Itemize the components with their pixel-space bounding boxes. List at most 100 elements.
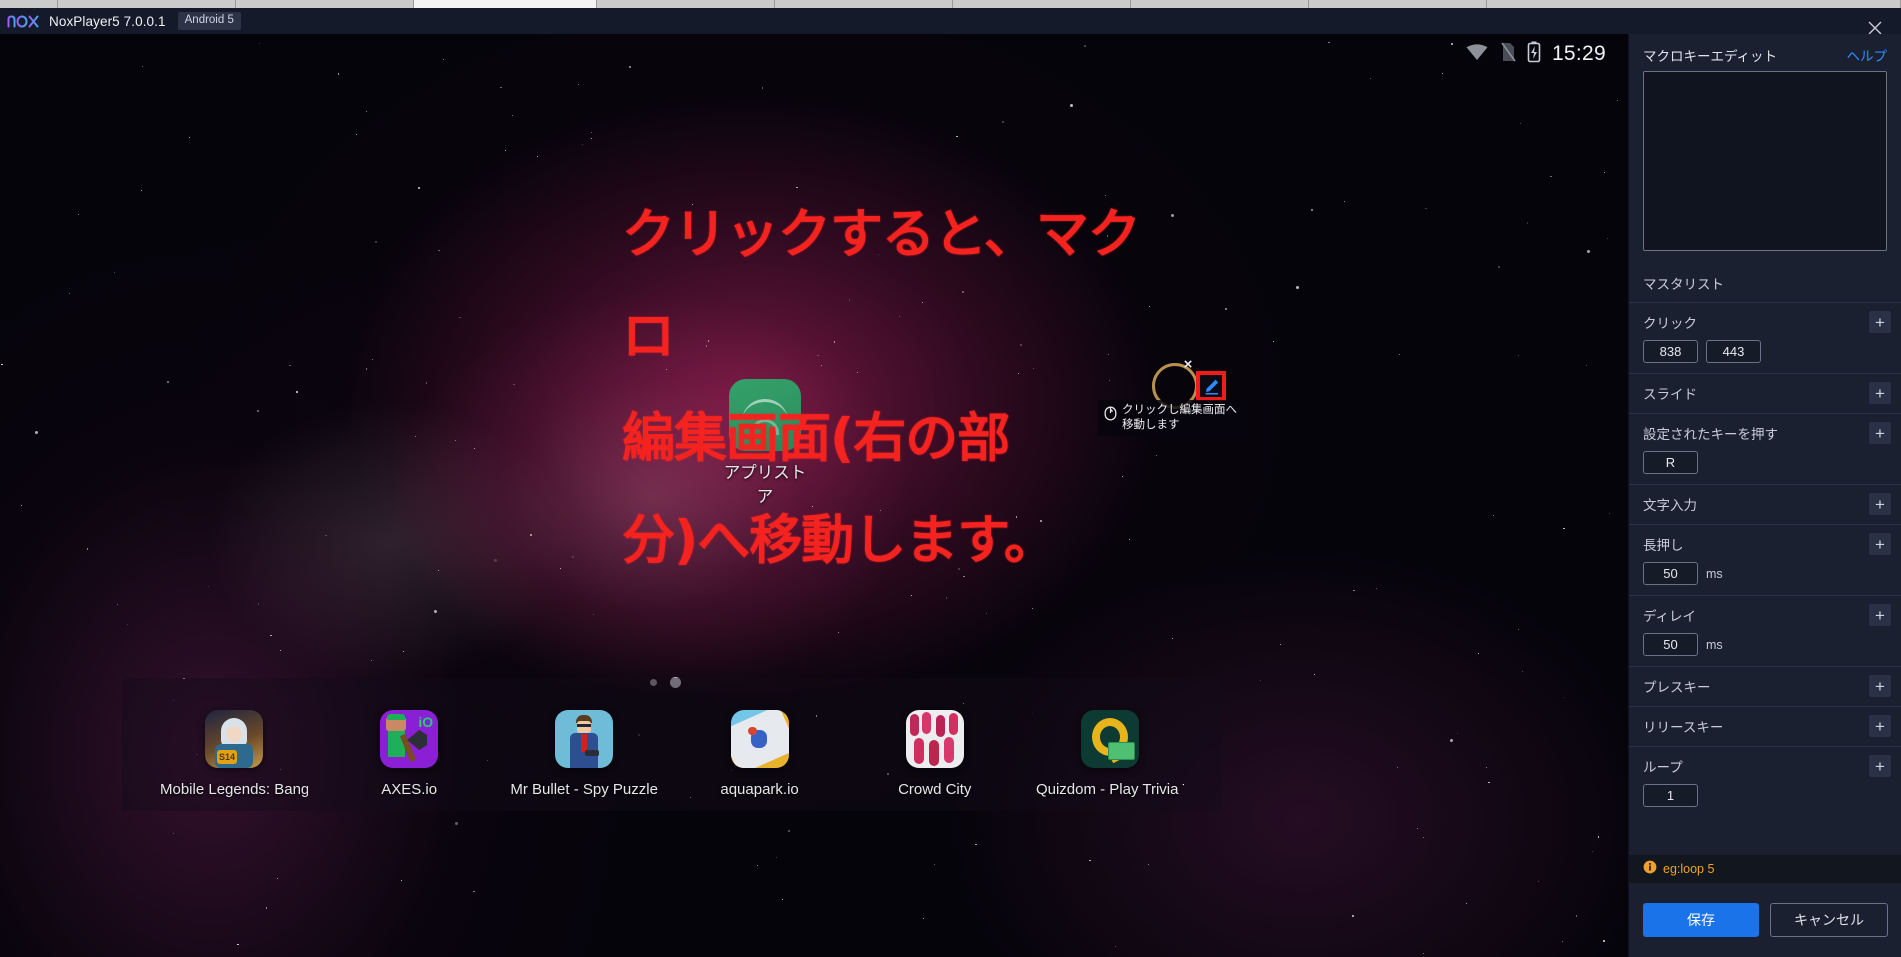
star <box>474 448 476 450</box>
macro-action-fields: R <box>1643 451 1887 474</box>
browser-tab[interactable] <box>1309 0 1487 8</box>
macro-panel-title: マクロキーエディット <box>1643 49 1778 64</box>
macro-action-row[interactable]: ディレイ +50 ms <box>1629 595 1901 666</box>
dock-app-label: AXES.io <box>381 781 438 798</box>
add-action-button[interactable]: + <box>1869 715 1891 737</box>
star <box>402 651 404 653</box>
app-title-bar: NoxPlayer5 7.0.0.1 Android 5 <box>0 8 1901 35</box>
star <box>172 832 175 834</box>
add-action-button[interactable]: + <box>1869 311 1891 333</box>
add-action-button[interactable]: + <box>1869 755 1891 777</box>
mobile-legends-icon: S14 <box>205 710 263 768</box>
browser-tab[interactable] <box>58 0 236 8</box>
macro-action-row[interactable]: 設定されたキーを押す + R <box>1629 413 1901 484</box>
macro-script-textarea[interactable] <box>1643 71 1887 251</box>
star <box>1147 864 1149 866</box>
dock-app-item[interactable]: Crowd City <box>861 710 1009 798</box>
browser-tab[interactable] <box>775 0 953 8</box>
macro-action-label: クリック <box>1643 316 1697 331</box>
star <box>459 316 461 319</box>
add-action-button[interactable]: + <box>1869 493 1891 515</box>
browser-tab[interactable] <box>1487 0 1901 8</box>
add-action-button[interactable]: + <box>1869 422 1891 444</box>
star <box>34 430 38 434</box>
macro-marker-edit-button[interactable] <box>1196 371 1226 401</box>
star <box>126 623 128 626</box>
add-action-button[interactable]: + <box>1869 533 1891 555</box>
browser-tab[interactable] <box>414 0 597 8</box>
star <box>400 880 402 882</box>
star <box>296 391 299 394</box>
star <box>1417 827 1419 830</box>
app-title: NoxPlayer5 7.0.0.1 <box>49 13 166 29</box>
macro-marker-close-icon[interactable]: × <box>1180 356 1196 372</box>
star <box>1591 850 1594 852</box>
macro-action-row[interactable]: スライド + <box>1629 373 1901 413</box>
mouse-icon <box>1104 406 1117 426</box>
star <box>1313 673 1315 675</box>
dock-app-item[interactable]: Mr Bullet - Spy Puzzles <box>510 710 658 798</box>
star <box>1 363 3 366</box>
cancel-button[interactable]: キャンセル <box>1770 903 1888 937</box>
dock-app-item[interactable]: aquapark.io <box>686 710 834 798</box>
star <box>1586 249 1590 253</box>
star <box>530 533 533 536</box>
browser-tab[interactable] <box>0 0 58 8</box>
save-button[interactable]: 保存 <box>1643 903 1759 937</box>
macro-action-value-input[interactable]: 838 <box>1643 340 1698 363</box>
browser-tab[interactable] <box>236 0 414 8</box>
macro-tooltip-line-2: 移動します <box>1122 419 1180 431</box>
macro-action-row[interactable]: プレスキー + <box>1629 666 1901 706</box>
macro-action-row[interactable]: ループ +1 <box>1629 746 1901 817</box>
star <box>1597 836 1599 838</box>
star <box>69 293 71 295</box>
macro-action-value-input[interactable]: R <box>1643 451 1698 474</box>
macro-action-value-input[interactable]: 50 <box>1643 633 1698 656</box>
macro-action-row[interactable]: クリック +838 443 <box>1629 302 1901 373</box>
star <box>1526 222 1528 224</box>
star <box>1457 733 1459 735</box>
instruction-line-3: 分)へ移動します。 <box>622 510 1057 571</box>
star <box>1449 739 1453 743</box>
macro-hint-note: eg:loop 5 <box>1629 855 1901 883</box>
star <box>581 143 584 146</box>
dock-app-item[interactable]: S14 Mobile Legends: Bang B.. <box>160 710 308 798</box>
star <box>1369 77 1371 79</box>
macro-action-value-input[interactable]: 1 <box>1643 784 1698 807</box>
macro-action-label: リリースキー <box>1643 720 1724 735</box>
browser-tab[interactable] <box>1131 0 1309 8</box>
macro-action-row[interactable]: リリースキー + <box>1629 706 1901 746</box>
star <box>1550 176 1552 178</box>
star <box>365 368 368 370</box>
add-action-button[interactable]: + <box>1869 382 1891 404</box>
dock-app-item[interactable]: Quizdom - Play Trivia To.. <box>1036 710 1184 798</box>
star <box>117 603 119 605</box>
macro-action-fields: 1 <box>1643 784 1887 807</box>
help-link[interactable]: ヘルプ <box>1847 45 1888 65</box>
browser-tab-strip[interactable] <box>0 0 1901 8</box>
star <box>572 556 575 559</box>
star <box>189 136 191 139</box>
nox-logo-icon <box>7 13 39 29</box>
macro-action-row[interactable]: 長押し +50 ms <box>1629 524 1901 595</box>
star <box>1609 513 1611 515</box>
star <box>1172 638 1174 640</box>
macro-action-value-input[interactable]: 443 <box>1706 340 1761 363</box>
star <box>1296 285 1300 289</box>
add-action-button[interactable]: + <box>1869 675 1891 697</box>
star <box>922 918 925 920</box>
browser-tab[interactable] <box>597 0 775 8</box>
add-action-button[interactable]: + <box>1869 604 1891 626</box>
star <box>1519 122 1521 124</box>
macro-action-value-input[interactable]: 50 <box>1643 562 1698 585</box>
star <box>837 632 839 634</box>
star <box>365 111 367 113</box>
dock-app-item[interactable]: iO AXES.io <box>335 710 483 798</box>
master-list-title: マスタリスト <box>1643 277 1724 292</box>
star <box>1422 837 1424 839</box>
browser-tab[interactable] <box>953 0 1131 8</box>
star <box>417 187 420 190</box>
macro-action-row[interactable]: 文字入力 + <box>1629 484 1901 524</box>
android-screen[interactable]: 15:29 アプリストア クリックすると、マクロ 編集画面(右の部 分)へ移動し… <box>0 34 1628 957</box>
star <box>1272 340 1275 342</box>
